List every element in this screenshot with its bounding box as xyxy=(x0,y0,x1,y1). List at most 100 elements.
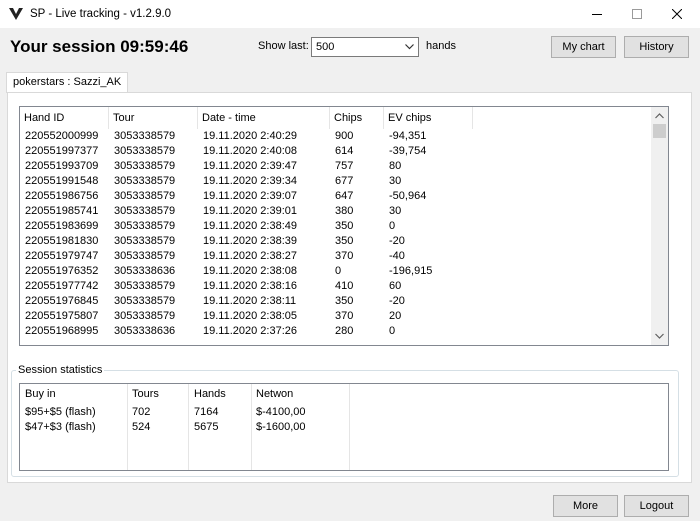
date-time-cell: 19.11.2020 2:39:34 xyxy=(203,175,297,187)
table-row[interactable]: $47+$3 (flash) 524 5675 $-1600,00 xyxy=(20,421,654,436)
hand-id-cell: 220551991548 xyxy=(25,175,99,187)
table-row[interactable]: 220551997377 3053338579 19.11.2020 2:40:08… xyxy=(20,145,654,160)
hand-id-cell: 220551986756 xyxy=(25,190,99,202)
table-row[interactable]: 220551976352 3053338636 19.11.2020 2:38:08… xyxy=(20,265,654,280)
scroll-down-icon[interactable] xyxy=(655,333,664,339)
tour-cell: 3053338579 xyxy=(114,280,176,292)
chips-cell: 280 xyxy=(335,325,354,337)
ev-chips-cell: -50,964 xyxy=(389,190,427,202)
table-row[interactable]: 220551979747 3053338579 19.11.2020 2:38:27… xyxy=(20,250,654,265)
hand-id-cell: 220551985741 xyxy=(25,205,99,217)
tours-cell: 524 xyxy=(132,421,151,433)
table-row[interactable]: 220551983699 3053338579 19.11.2020 2:38:49… xyxy=(20,220,654,235)
scroll-up-icon[interactable] xyxy=(655,113,664,119)
ev-chips-cell: -196,915 xyxy=(389,265,433,277)
logout-button[interactable]: Logout xyxy=(624,495,689,517)
column-header-tour[interactable]: Tour xyxy=(109,107,198,129)
column-header-hands[interactable]: Hands xyxy=(194,388,226,400)
table-row[interactable]: 220552000999 3053338579 19.11.2020 2:40:29… xyxy=(20,130,654,145)
tour-cell: 3053338636 xyxy=(114,325,176,337)
ev-chips-cell: -20 xyxy=(389,295,405,307)
chips-cell: 370 xyxy=(335,310,354,322)
tour-cell: 3053338636 xyxy=(114,265,176,277)
ev-chips-cell: 30 xyxy=(389,205,402,217)
date-time-cell: 19.11.2020 2:38:08 xyxy=(203,265,297,277)
date-time-cell: 19.11.2020 2:37:26 xyxy=(203,325,297,337)
netwon-cell: $-1600,00 xyxy=(256,421,306,433)
column-header-ev-chips[interactable]: EV chips xyxy=(384,107,473,129)
hand-id-cell: 220551977742 xyxy=(25,280,99,292)
tour-cell: 3053338579 xyxy=(114,310,176,322)
window-title: SP - Live tracking - v1.2.9.0 xyxy=(30,8,172,20)
tour-cell: 3053338579 xyxy=(114,160,176,172)
column-header-date-time[interactable]: Date - time xyxy=(198,107,330,129)
ev-chips-cell: 60 xyxy=(389,280,402,292)
session-statistics-table[interactable]: Buy in Tours Hands Netwon $95+$5 (flash)… xyxy=(19,383,669,471)
date-time-cell: 19.11.2020 2:39:01 xyxy=(203,205,297,217)
scrollbar-thumb[interactable] xyxy=(653,124,666,138)
my-chart-button[interactable]: My chart xyxy=(551,36,616,58)
hand-id-cell: 220551968995 xyxy=(25,325,99,337)
ev-chips-cell: 20 xyxy=(389,310,402,322)
tab-pokerstars[interactable]: pokerstars : Sazzi_AK xyxy=(6,72,128,93)
table-row[interactable]: 220551977742 3053338579 19.11.2020 2:38:16… xyxy=(20,280,654,295)
table-row[interactable]: 220551968995 3053338636 19.11.2020 2:37:26… xyxy=(20,325,654,340)
hands-cell: 5675 xyxy=(194,421,219,433)
table-row[interactable]: 220551975807 3053338579 19.11.2020 2:38:05… xyxy=(20,310,654,325)
tour-cell: 3053338579 xyxy=(114,250,176,262)
app-logo-icon xyxy=(9,8,23,20)
tour-cell: 3053338579 xyxy=(114,130,176,142)
close-button[interactable] xyxy=(654,0,700,28)
table-row[interactable]: 220551993709 3053338579 19.11.2020 2:39:47… xyxy=(20,160,654,175)
show-last-label: Show last: xyxy=(258,40,309,52)
hands-table-header: Hand ID Tour Date - time Chips EV chips xyxy=(20,107,654,129)
table-row[interactable]: 220551986756 3053338579 19.11.2020 2:39:07… xyxy=(20,190,654,205)
column-header-hand-id[interactable]: Hand ID xyxy=(20,107,109,129)
tour-cell: 3053338579 xyxy=(114,235,176,247)
tour-cell: 3053338579 xyxy=(114,175,176,187)
column-header-chips[interactable]: Chips xyxy=(330,107,384,129)
hands-cell: 7164 xyxy=(194,406,219,418)
tours-cell: 702 xyxy=(132,406,151,418)
chips-cell: 380 xyxy=(335,205,354,217)
column-header-netwon[interactable]: Netwon xyxy=(256,388,293,400)
show-last-value: 500 xyxy=(316,41,335,53)
history-button[interactable]: History xyxy=(624,36,689,58)
ev-chips-cell: -40 xyxy=(389,250,405,262)
stats-table-header: Buy in Tours Hands Netwon xyxy=(20,388,654,404)
more-button[interactable]: More xyxy=(553,495,618,517)
show-last-select[interactable]: 500 xyxy=(311,37,419,57)
tour-cell: 3053338579 xyxy=(114,190,176,202)
table-row[interactable]: 220551985741 3053338579 19.11.2020 2:39:01… xyxy=(20,205,654,220)
column-header-buy-in[interactable]: Buy in xyxy=(25,388,56,400)
date-time-cell: 19.11.2020 2:38:05 xyxy=(203,310,297,322)
hand-id-cell: 220551976845 xyxy=(25,295,99,307)
hands-table-scrollbar[interactable] xyxy=(651,107,668,345)
buy-in-cell: $95+$5 (flash) xyxy=(25,406,96,418)
session-statistics-legend: Session statistics xyxy=(16,364,105,376)
buy-in-cell: $47+$3 (flash) xyxy=(25,421,96,433)
hand-id-cell: 220551975807 xyxy=(25,310,99,322)
table-row[interactable]: 220551976845 3053338579 19.11.2020 2:38:11… xyxy=(20,295,654,310)
table-row[interactable]: 220551991548 3053338579 19.11.2020 2:39:34… xyxy=(20,175,654,190)
column-header-tours[interactable]: Tours xyxy=(132,388,159,400)
minimize-icon xyxy=(592,14,602,15)
date-time-cell: 19.11.2020 2:38:49 xyxy=(203,220,297,232)
date-time-cell: 19.11.2020 2:39:47 xyxy=(203,160,297,172)
hands-table[interactable]: Hand ID Tour Date - time Chips EV chips … xyxy=(19,106,669,346)
ev-chips-cell: -20 xyxy=(389,235,405,247)
table-row[interactable]: 220551981830 3053338579 19.11.2020 2:38:39… xyxy=(20,235,654,250)
date-time-cell: 19.11.2020 2:40:08 xyxy=(203,145,297,157)
chips-cell: 350 xyxy=(335,235,354,247)
ev-chips-cell: 0 xyxy=(389,220,396,232)
date-time-cell: 19.11.2020 2:39:07 xyxy=(203,190,297,202)
chips-cell: 614 xyxy=(335,145,354,157)
hand-id-cell: 220551983699 xyxy=(25,220,99,232)
ev-chips-cell: -94,351 xyxy=(389,130,427,142)
chips-cell: 677 xyxy=(335,175,354,187)
chevron-down-icon xyxy=(405,44,414,50)
ev-chips-cell: 0 xyxy=(389,325,396,337)
table-row[interactable]: $95+$5 (flash) 702 7164 $-4100,00 xyxy=(20,406,654,421)
hand-id-cell: 220551993709 xyxy=(25,160,99,172)
chips-cell: 900 xyxy=(335,130,354,142)
